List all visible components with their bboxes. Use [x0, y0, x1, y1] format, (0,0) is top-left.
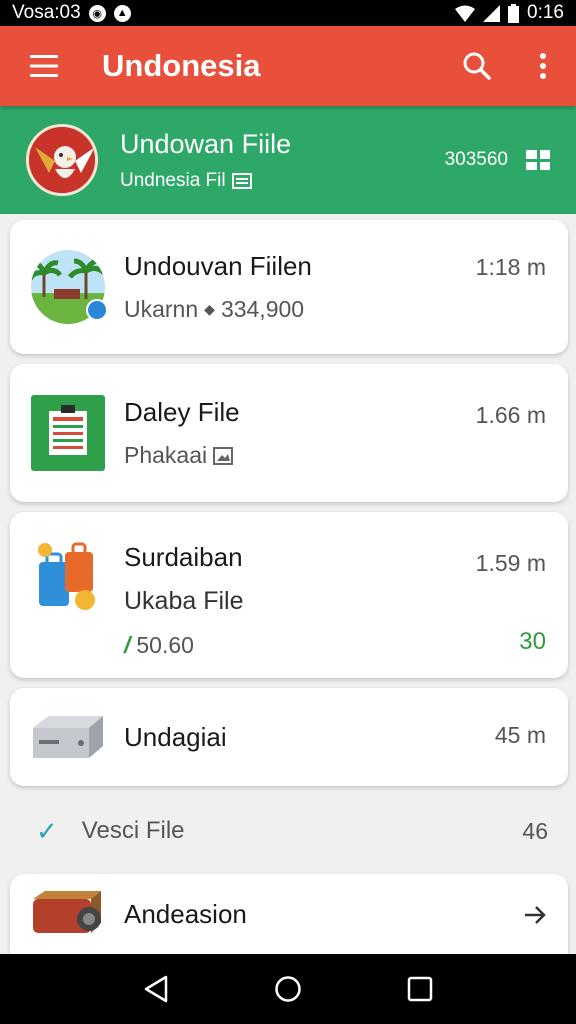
- list-item[interactable]: Surdaiban Ukaba File / 50.60 1.59 m 30: [10, 512, 568, 678]
- image-icon: [213, 446, 234, 465]
- menu-button[interactable]: [0, 26, 88, 106]
- wifi-icon: [455, 5, 476, 22]
- diamond-icon: ◆: [204, 301, 215, 317]
- grid-view-icon[interactable]: [526, 150, 550, 170]
- signal-icon: [483, 4, 501, 22]
- item-count: 30: [519, 628, 546, 655]
- recents-square-icon: [407, 976, 433, 1002]
- item-name: Undagiai: [124, 721, 227, 752]
- status-time-left: Vosa:03: [12, 2, 81, 23]
- item-meta: 1.59 m: [475, 550, 546, 576]
- item-name: Vesci File: [81, 817, 185, 844]
- item-sub-value: 334,900: [220, 296, 305, 322]
- banner-code: 303560: [444, 149, 508, 170]
- app-bar: Undonesia: [0, 26, 576, 106]
- system-nav-bar: [0, 954, 576, 1024]
- notification-icon-2: ▲: [113, 4, 131, 22]
- home-circle-icon: [275, 976, 301, 1002]
- banner-subtitle: Undnesia Fil: [120, 169, 226, 191]
- banner-title: Undowan Fiile: [120, 128, 292, 159]
- back-button[interactable]: [126, 959, 186, 1019]
- item-sub-label: Ukaba File: [124, 587, 244, 615]
- list-item[interactable]: Andeasion: [10, 874, 568, 954]
- recents-button[interactable]: [390, 959, 450, 1019]
- more-vertical-icon: [540, 53, 546, 79]
- list-item[interactable]: Undouvan Fiilen Ukarnn ◆ 334,900 1:18 m: [10, 220, 568, 354]
- hard-drive-icon: [28, 697, 108, 777]
- battery-icon: [508, 3, 520, 23]
- hamburger-icon: [30, 55, 58, 77]
- app-title: Undonesia: [102, 48, 261, 83]
- item-meta: 1.66 m: [475, 402, 546, 428]
- item-meta: 1:18 m: [475, 254, 546, 280]
- more-options-button[interactable]: [510, 26, 576, 106]
- item-meta: 45 m: [494, 722, 546, 748]
- check-icon: /: [124, 632, 131, 658]
- item-sub-label: Phakaai: [124, 442, 208, 468]
- list-item[interactable]: ✓ Vesci File 46: [0, 800, 576, 862]
- item-sub-label: Ukarnn: [124, 296, 199, 322]
- document-icon: [231, 172, 252, 189]
- status-bar: Vosa:03 ◉ ▲ 0:16: [0, 0, 576, 26]
- list-item[interactable]: Daley File Phakaai 1.66 m: [10, 364, 568, 502]
- home-button[interactable]: [258, 959, 318, 1019]
- item-meta: 46: [522, 817, 548, 844]
- item-name: Andeasion: [124, 898, 247, 929]
- projector-icon: [28, 884, 108, 944]
- landscape-thumbnail: [28, 247, 108, 327]
- logo-icon: ✓: [36, 815, 58, 846]
- list-item[interactable]: Undagiai 45 m: [10, 688, 568, 786]
- spreadsheet-icon: [28, 393, 108, 473]
- verified-badge-icon: [86, 299, 108, 321]
- notification-icon: ◉: [88, 4, 106, 22]
- item-price: 50.60: [136, 632, 194, 658]
- arrow-right-icon[interactable]: [524, 906, 546, 924]
- profile-banner[interactable]: Undowan Fiile Undnesia Fil 303560: [0, 106, 576, 214]
- back-triangle-icon: [144, 975, 168, 1003]
- search-icon: [463, 52, 491, 80]
- luggage-icon: [28, 538, 108, 618]
- status-time-right: 0:16: [527, 2, 564, 23]
- garuda-emblem-avatar: [26, 124, 98, 196]
- search-button[interactable]: [444, 26, 510, 106]
